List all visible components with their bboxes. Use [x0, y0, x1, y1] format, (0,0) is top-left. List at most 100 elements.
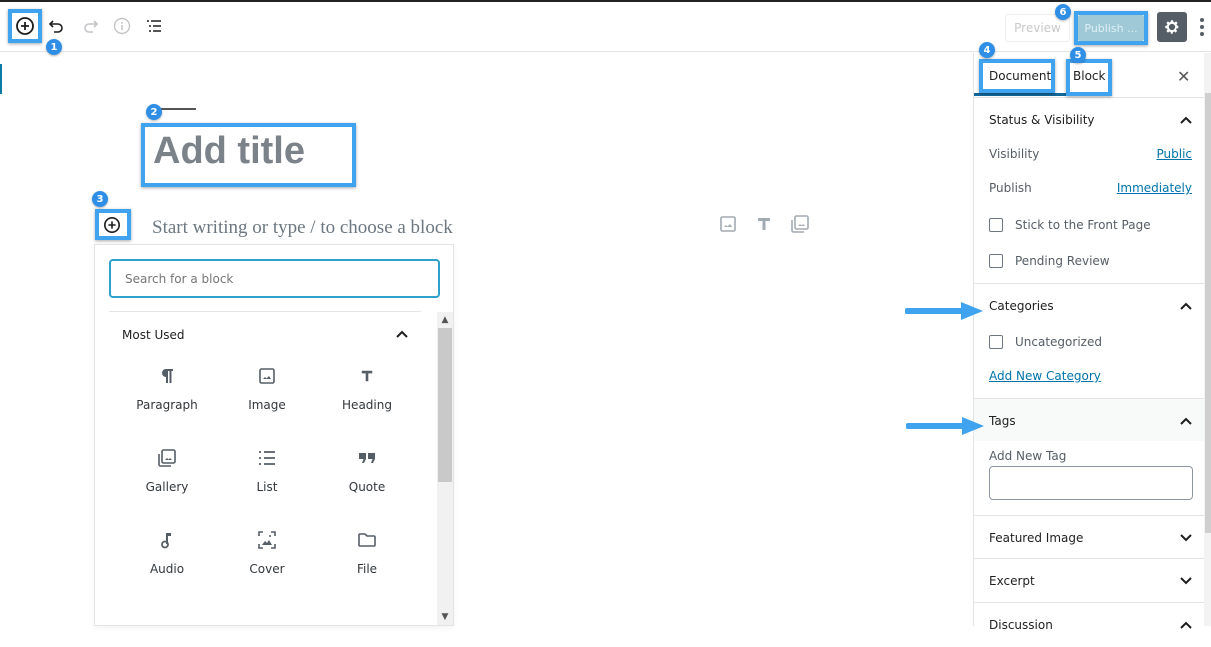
step-badge-2: 2: [146, 104, 162, 120]
settings-button[interactable]: [1157, 12, 1187, 42]
chevron-up-icon[interactable]: [1179, 299, 1193, 313]
block-quote[interactable]: Quote: [317, 447, 417, 503]
info-icon: [113, 17, 131, 35]
undo-icon: [48, 20, 63, 33]
block-audio[interactable]: Audio: [117, 529, 217, 585]
dot: [1200, 25, 1204, 29]
block-placeholder[interactable]: Start writing or type / to choose a bloc…: [152, 217, 453, 239]
discussion-heading[interactable]: Discussion: [989, 618, 1053, 632]
scrollbar-thumb[interactable]: [1205, 93, 1211, 533]
block-grid: Paragraph Image Heading Gallery List Quo…: [117, 365, 417, 585]
block-paragraph[interactable]: Paragraph: [117, 365, 217, 421]
cover-icon: [258, 531, 276, 549]
excerpt-heading[interactable]: Excerpt: [989, 574, 1035, 588]
outline-list-icon: [147, 20, 161, 32]
pending-review-checkbox[interactable]: [989, 254, 1003, 268]
chevron-up-icon[interactable]: [1179, 618, 1193, 632]
heading-shortcut-button[interactable]: [754, 214, 774, 234]
status-visibility-heading[interactable]: Status & Visibility: [989, 113, 1095, 127]
audio-icon: [161, 533, 171, 549]
image-icon: [259, 368, 275, 384]
image-icon: [720, 216, 736, 232]
block-heading[interactable]: Heading: [317, 365, 417, 421]
heading-icon: [758, 218, 770, 230]
arrow-pointer-categories: [905, 302, 983, 320]
block-label: List: [256, 480, 278, 494]
block-list[interactable]: List: [217, 447, 317, 503]
block-inserter-panel: Most Used Paragraph Image Heading Galler…: [94, 244, 454, 626]
folder-icon: [358, 533, 376, 547]
featured-image-panel[interactable]: Featured Image: [974, 516, 1204, 559]
heading-icon: [361, 370, 373, 382]
paragraph-icon: [162, 369, 173, 383]
excerpt-panel[interactable]: Excerpt: [974, 559, 1204, 603]
discussion-panel[interactable]: Discussion: [974, 603, 1204, 647]
stick-to-front-checkbox[interactable]: [989, 218, 1003, 232]
edge-marker: [0, 64, 2, 94]
add-new-category-link[interactable]: Add New Category: [989, 369, 1101, 383]
undo-button[interactable]: [45, 14, 69, 38]
image-shortcut-button[interactable]: [718, 214, 738, 234]
chevron-down-icon[interactable]: [1179, 574, 1193, 588]
outline-button[interactable]: [142, 14, 166, 38]
pending-review-label[interactable]: Pending Review: [1015, 254, 1110, 268]
block-label: File: [356, 562, 378, 576]
highlight-box-5: [1066, 59, 1112, 96]
inline-block-shortcuts: [718, 214, 810, 234]
close-sidebar-button[interactable]: ✕: [1177, 67, 1190, 86]
vertical-ellipsis-icon: [1200, 18, 1204, 22]
scrollbar-thumb[interactable]: [438, 328, 452, 482]
highlight-box-2: [141, 123, 356, 187]
block-image[interactable]: Image: [217, 365, 317, 421]
inserter-scrollbar[interactable]: ▲ ▼: [437, 312, 453, 625]
divider: [109, 311, 421, 312]
highlight-box-6: [1074, 11, 1148, 45]
redo-icon: [84, 20, 99, 33]
block-cover[interactable]: Cover: [217, 529, 317, 585]
chevron-up-icon[interactable]: [395, 327, 409, 341]
scroll-down-arrow[interactable]: ▼: [437, 610, 453, 624]
dot: [1200, 32, 1204, 36]
block-label: Quote: [348, 480, 386, 494]
block-label: Image: [248, 398, 286, 412]
quote-icon: [359, 453, 375, 463]
scroll-up-arrow[interactable]: ▲: [437, 313, 453, 327]
block-search-input[interactable]: [109, 259, 440, 298]
tags-panel: Tags Add New Tag: [974, 399, 1204, 516]
category-label[interactable]: Uncategorized: [1015, 335, 1102, 349]
featured-image-heading[interactable]: Featured Image: [989, 531, 1083, 545]
status-visibility-panel: Status & Visibility Visibility Public Pu…: [974, 98, 1204, 284]
info-button[interactable]: [110, 14, 134, 38]
publish-date-link[interactable]: Immediately: [1117, 181, 1192, 195]
chevron-up-icon[interactable]: [1179, 113, 1193, 127]
block-gallery[interactable]: Gallery: [117, 447, 217, 503]
category-checkbox[interactable]: [989, 335, 1003, 349]
step-badge-1: 1: [46, 39, 62, 55]
more-options-button[interactable]: [1196, 14, 1208, 40]
block-label: Paragraph: [136, 398, 198, 412]
gallery-shortcut-button[interactable]: [790, 214, 810, 234]
categories-heading[interactable]: Categories: [989, 299, 1054, 313]
block-label: Audio: [149, 562, 185, 576]
block-label: Cover: [249, 562, 285, 576]
step-badge-6: 6: [1055, 4, 1071, 20]
tags-heading[interactable]: Tags: [989, 414, 1016, 428]
add-tag-input[interactable]: [989, 466, 1193, 500]
gear-icon: [1165, 20, 1179, 34]
chevron-up-icon[interactable]: [1179, 414, 1193, 428]
gallery-icon: [791, 215, 809, 233]
stick-to-front-label[interactable]: Stick to the Front Page: [1015, 218, 1151, 232]
publish-label: Publish: [989, 181, 1032, 195]
step-badge-5: 5: [1070, 47, 1086, 63]
redo-button[interactable]: [78, 14, 102, 38]
highlight-box-1: [8, 9, 42, 43]
chevron-down-icon[interactable]: [1179, 531, 1193, 545]
close-icon: ✕: [1177, 67, 1191, 86]
highlight-box-4: [979, 59, 1055, 93]
title-separator: [161, 108, 196, 110]
sidebar-scrollbar[interactable]: [1204, 53, 1211, 626]
settings-sidebar: Document Block ✕ Status & Visibility Vis…: [973, 53, 1211, 632]
most-used-heading[interactable]: Most Used: [122, 328, 185, 342]
block-file[interactable]: File: [317, 529, 417, 585]
visibility-link[interactable]: Public: [1156, 147, 1192, 161]
